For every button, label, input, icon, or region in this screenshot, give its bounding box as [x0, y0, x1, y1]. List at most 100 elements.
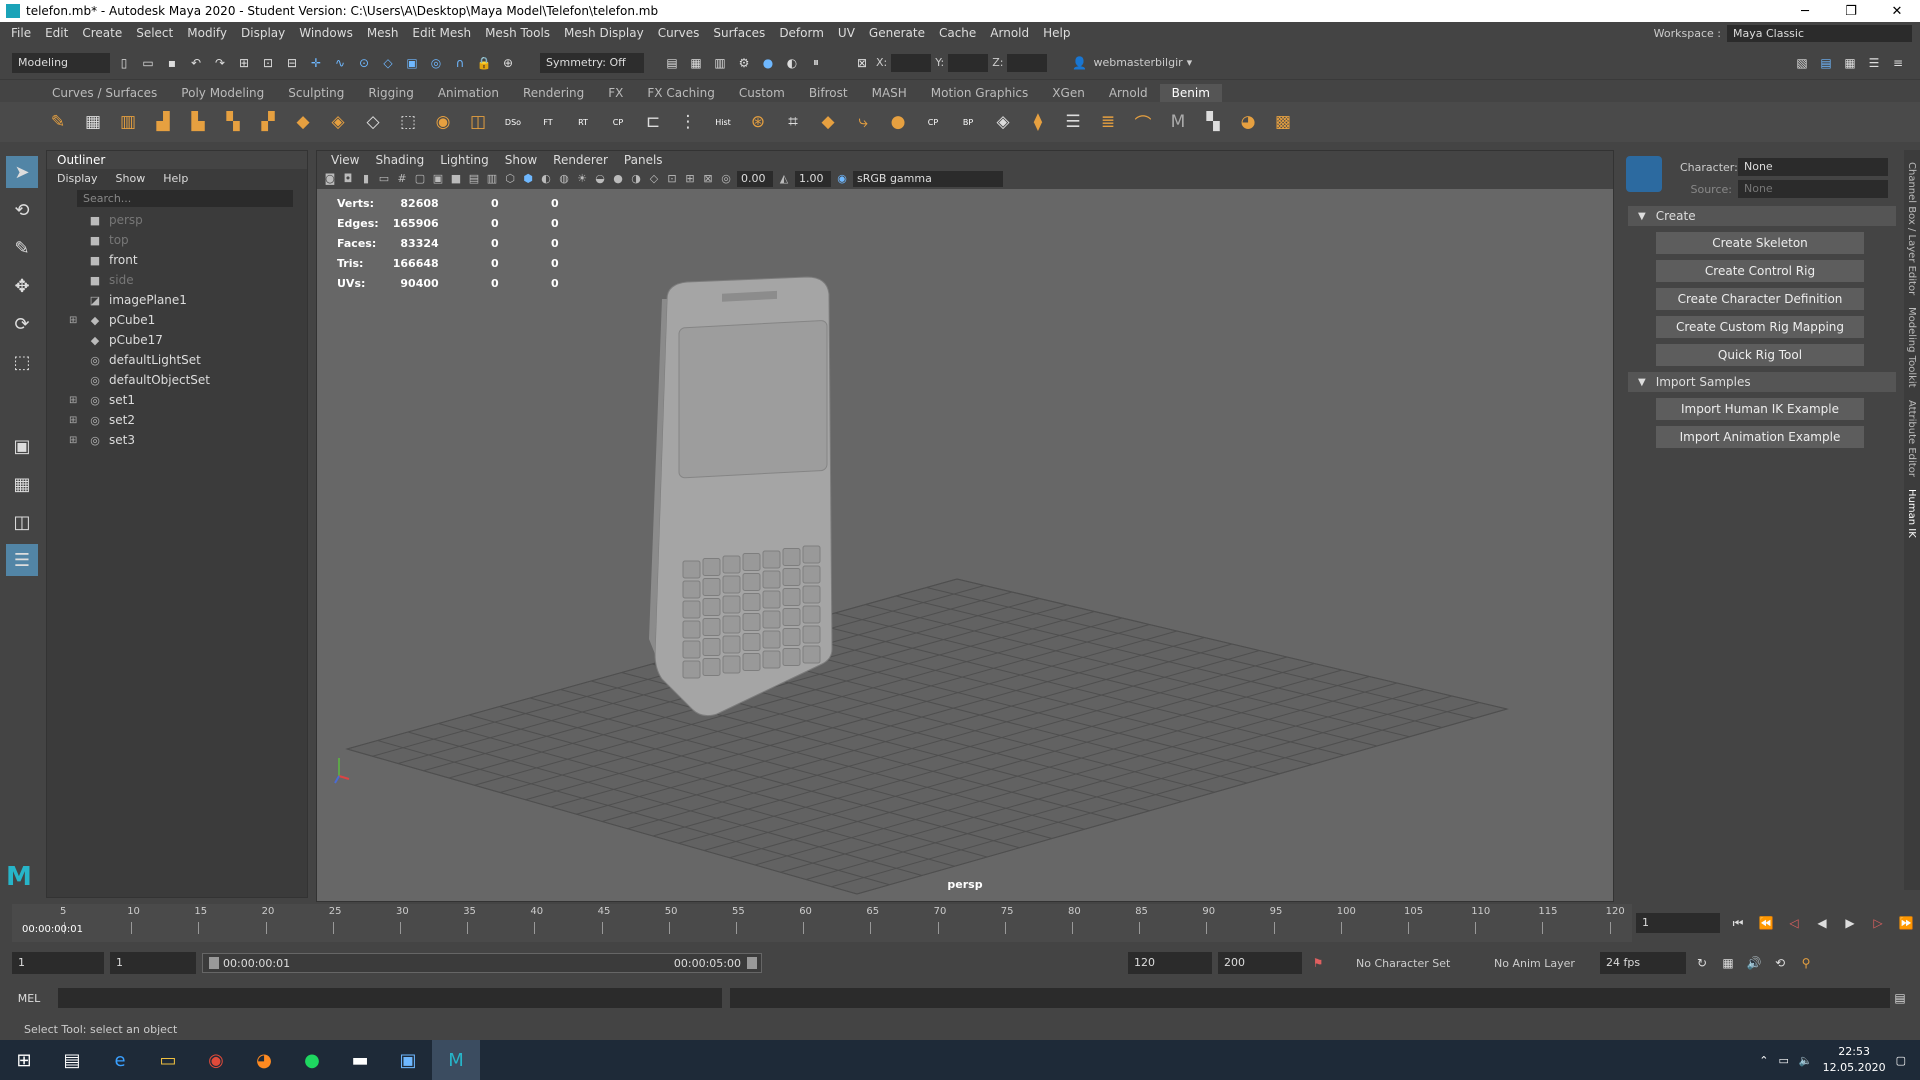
menu-display[interactable]: Display: [234, 26, 292, 40]
menu-generate[interactable]: Generate: [862, 26, 932, 40]
mode-select[interactable]: Modeling: [12, 52, 110, 73]
outliner-item-imageplane1[interactable]: ◪ imagePlane1: [47, 290, 307, 310]
viewport-panel[interactable]: View Shading Lighting Show Renderer Pane…: [316, 150, 1614, 902]
lattice-icon[interactable]: ⌗: [779, 108, 807, 136]
bend-icon[interactable]: ⤷: [849, 108, 877, 136]
tool-settings-icon[interactable]: ▦: [1840, 53, 1860, 73]
outliner-item-defaultobjectset[interactable]: ◎ defaultObjectSet: [47, 370, 307, 390]
cp-tool-icon[interactable]: CP: [919, 108, 947, 136]
mirror-icon[interactable]: ◫: [464, 108, 492, 136]
default-material-icon[interactable]: ◐: [539, 172, 553, 186]
single-view-icon[interactable]: ▣: [6, 430, 38, 462]
orb-icon[interactable]: ◕: [1234, 108, 1262, 136]
colorspace-select[interactable]: sRGB gamma: [853, 171, 1003, 187]
arnold-render-icon[interactable]: ◐: [782, 53, 802, 73]
redo-icon[interactable]: ↷: [210, 53, 230, 73]
expand-icon[interactable]: ⊞: [69, 415, 81, 426]
mel-label[interactable]: MEL: [0, 992, 58, 1005]
menu-curves[interactable]: Curves: [651, 26, 707, 40]
diamond-icon[interactable]: ◆: [814, 108, 842, 136]
aa-icon[interactable]: ◇: [647, 172, 661, 186]
chevron-down-icon[interactable]: ▾: [1187, 56, 1193, 69]
x-field[interactable]: [891, 53, 932, 72]
center-pivot-icon[interactable]: CP: [604, 108, 632, 136]
step-back-frame-icon[interactable]: ◁: [1784, 913, 1804, 933]
shelf-tab-benim[interactable]: Benim: [1159, 84, 1222, 102]
outliner-layout-icon[interactable]: ☰: [6, 544, 38, 576]
mesh-grid-icon[interactable]: ▩: [1269, 108, 1297, 136]
side-tab-channel-box[interactable]: Channel Box / Layer Editor: [1906, 162, 1917, 295]
lasso-tool-icon[interactable]: ⟲: [6, 194, 38, 226]
menu-file[interactable]: File: [4, 26, 38, 40]
pivot-icon[interactable]: ⊕: [498, 53, 518, 73]
command-input[interactable]: [58, 988, 722, 1008]
layer-editor-icon[interactable]: ≡: [1888, 53, 1908, 73]
menu-cache[interactable]: Cache: [932, 26, 983, 40]
character-select[interactable]: None: [1738, 158, 1888, 176]
render-settings-icon[interactable]: ⚙: [734, 53, 754, 73]
anim-layer-select[interactable]: No Anim Layer: [1494, 957, 1594, 970]
expand-icon[interactable]: ⊞: [69, 395, 81, 406]
color-management-icon[interactable]: ◉: [835, 172, 849, 186]
image-plane-icon[interactable]: ▭: [377, 172, 391, 186]
dots-icon[interactable]: ⋮: [674, 108, 702, 136]
hypershade-icon[interactable]: ●: [758, 53, 778, 73]
user-account[interactable]: webmasterbilgir: [1093, 56, 1182, 69]
lock-icon[interactable]: 🔒: [474, 53, 494, 73]
cache-icon[interactable]: ▦: [1718, 953, 1738, 973]
wireframe-icon[interactable]: ⬡: [503, 172, 517, 186]
vp-menu-renderer[interactable]: Renderer: [545, 153, 616, 167]
auto-key-icon[interactable]: ⚑: [1308, 953, 1328, 973]
playback-start-field[interactable]: 1: [110, 952, 196, 974]
render-view-icon[interactable]: ▤: [662, 53, 682, 73]
bp-tool-icon[interactable]: BP: [954, 108, 982, 136]
shelf-tab-rigging[interactable]: Rigging: [356, 84, 425, 102]
rotate-tool-icon[interactable]: ⟳: [6, 308, 38, 340]
uv-layout-icon[interactable]: ▚: [1199, 108, 1227, 136]
shelf-tab-fx-caching[interactable]: FX Caching: [635, 84, 726, 102]
import-human-ik-example-button[interactable]: Import Human IK Example: [1656, 398, 1864, 420]
outliner-menu-show[interactable]: Show: [116, 172, 146, 185]
terminal-icon[interactable]: ▬: [336, 1040, 384, 1080]
expand-icon[interactable]: ⊞: [69, 435, 81, 446]
move-tool-icon[interactable]: ✥: [6, 270, 38, 302]
shelf-tab-arnold[interactable]: Arnold: [1097, 84, 1160, 102]
create-character-definition-button[interactable]: Create Character Definition: [1656, 288, 1864, 310]
new-scene-icon[interactable]: ▯: [114, 53, 134, 73]
outliner-item-defaultlightset[interactable]: ◎ defaultLightSet: [47, 350, 307, 370]
xray-icon[interactable]: ⊞: [683, 172, 697, 186]
ipr-render-icon[interactable]: ▥: [710, 53, 730, 73]
fps-select[interactable]: 24 fps: [1600, 952, 1686, 974]
lights-icon[interactable]: ☀: [575, 172, 589, 186]
run-icon[interactable]: ⚲: [1796, 953, 1816, 973]
open-scene-icon[interactable]: ▭: [138, 53, 158, 73]
import-samples-section-header[interactable]: ▼ Import Samples: [1628, 372, 1896, 392]
scene-start-field[interactable]: 1: [12, 952, 104, 974]
snap-curve-icon[interactable]: ∿: [330, 53, 350, 73]
camera-select-icon[interactable]: ◙: [323, 172, 337, 186]
film-gate-icon[interactable]: ▢: [413, 172, 427, 186]
stack-color-icon[interactable]: ≣: [1094, 108, 1122, 136]
playback-end-field[interactable]: 120: [1128, 952, 1212, 974]
menu-deform[interactable]: Deform: [772, 26, 831, 40]
gate-mask-icon[interactable]: ■: [449, 172, 463, 186]
menu-mesh-tools[interactable]: Mesh Tools: [478, 26, 557, 40]
step-forward-frame-icon[interactable]: ▷: [1868, 913, 1888, 933]
combine-icon[interactable]: ▞: [254, 108, 282, 136]
box-icon[interactable]: ◈: [324, 108, 352, 136]
firefox-icon[interactable]: ◕: [240, 1040, 288, 1080]
stack-icon[interactable]: ☰: [1059, 108, 1087, 136]
channel-box-icon[interactable]: ☰: [1864, 53, 1884, 73]
snap-view-icon[interactable]: ◇: [378, 53, 398, 73]
range-slider[interactable]: 00:00:00:01 00:00:05:00: [202, 953, 762, 973]
gamma-field[interactable]: 1.00: [795, 171, 831, 187]
render-frame-icon[interactable]: ▦: [686, 53, 706, 73]
expand-icon[interactable]: ⊞: [69, 315, 81, 326]
bevel-icon[interactable]: ▙: [184, 108, 212, 136]
menu-surfaces[interactable]: Surfaces: [706, 26, 772, 40]
four-view-icon[interactable]: ▦: [6, 468, 38, 500]
snap-point-icon[interactable]: ⊙: [354, 53, 374, 73]
multi-cut-icon[interactable]: ▥: [114, 108, 142, 136]
save-scene-icon[interactable]: ▪: [162, 53, 182, 73]
character-set-select[interactable]: No Character Set: [1356, 957, 1466, 970]
